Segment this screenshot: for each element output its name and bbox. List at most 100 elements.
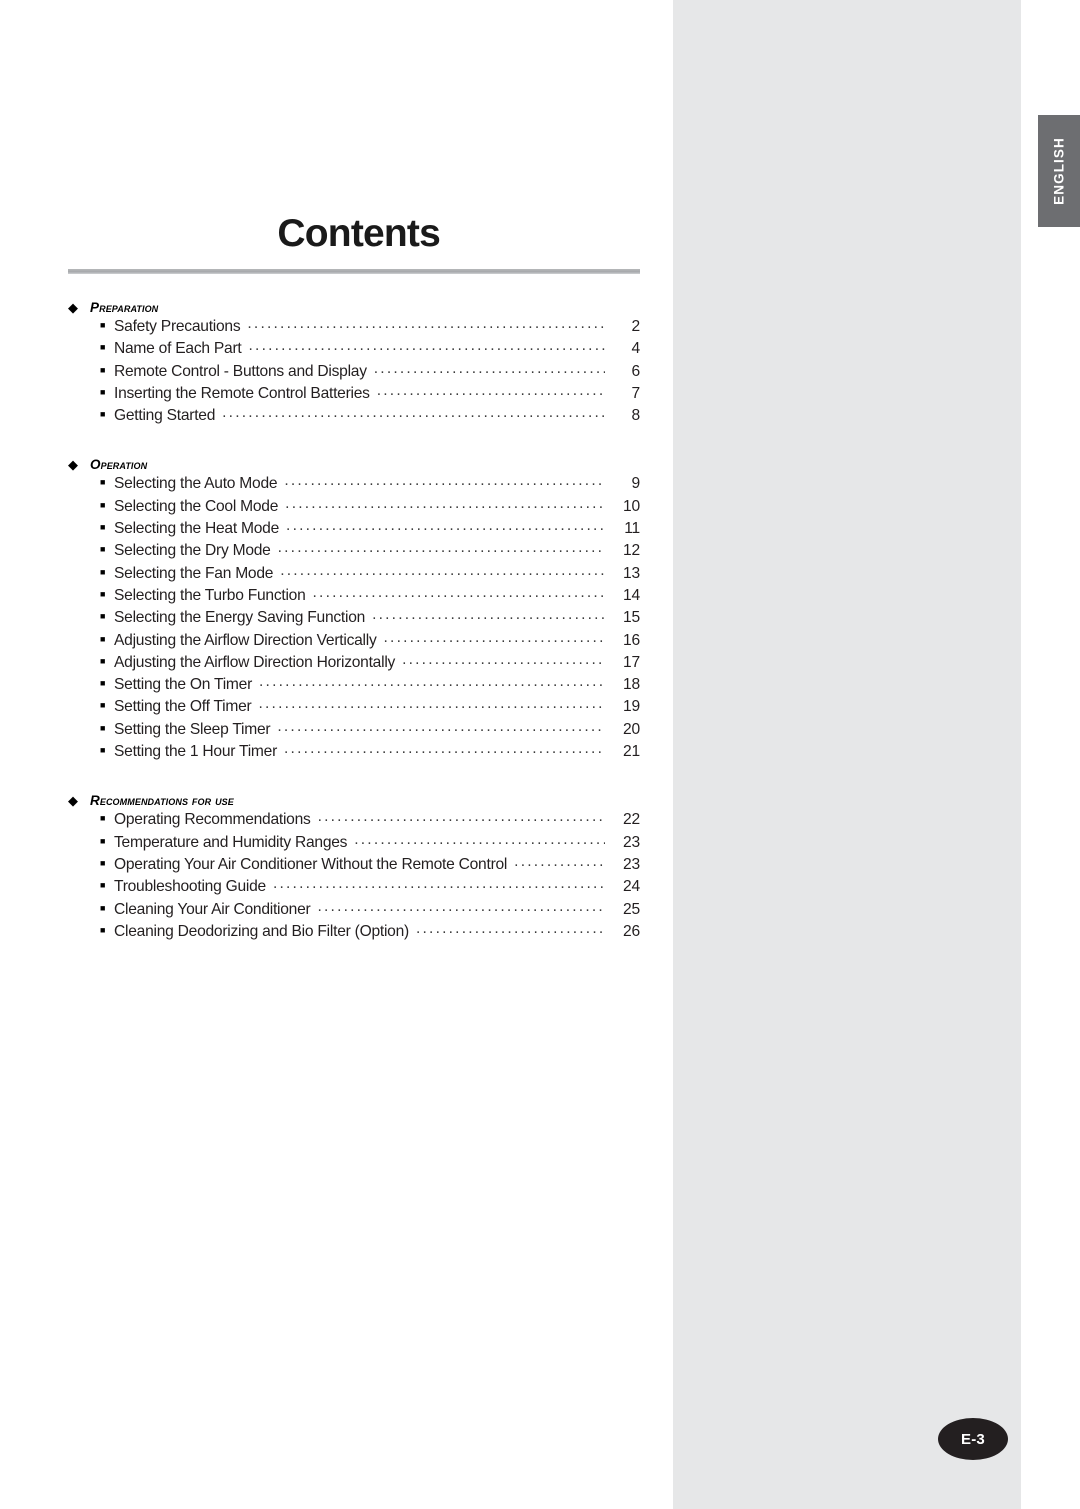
square-bullet-icon: ■ xyxy=(100,522,106,533)
diamond-bullet-icon: ◆ xyxy=(68,457,78,473)
toc-entry[interactable]: ■ Setting the 1 Hour Timer...............… xyxy=(68,740,640,765)
square-bullet-icon: ■ xyxy=(100,813,106,824)
diamond-bullet-icon: ◆ xyxy=(68,793,78,809)
square-bullet-icon: ■ xyxy=(100,857,106,868)
toc-entry-label: Name of Each Part xyxy=(114,340,242,358)
toc-entry-page-number: 13 xyxy=(623,564,640,582)
toc-entry-page-number: 17 xyxy=(623,653,640,671)
dot-leader: ........................................… xyxy=(277,539,605,557)
dot-leader: ........................................… xyxy=(286,517,605,535)
square-bullet-icon: ■ xyxy=(100,342,106,353)
dot-leader: ........................................… xyxy=(248,337,606,355)
toc-entry-label: Safety Precautions xyxy=(114,318,241,335)
dot-leader: ........................................… xyxy=(317,897,605,915)
toc-entry-label: Cleaning Deodorizing and Bio Filter (Opt… xyxy=(114,922,409,940)
dot-leader: ........................................… xyxy=(247,315,605,332)
dot-leader: ........................................… xyxy=(284,740,605,758)
square-bullet-icon: ■ xyxy=(100,902,106,913)
square-bullet-icon: ■ xyxy=(100,566,106,577)
dot-leader: ........................................… xyxy=(272,875,605,893)
toc-entry-page-number: 11 xyxy=(624,520,640,538)
toc-entry[interactable]: ■ Cleaning Deodorizing and Bio Filter (Op… xyxy=(68,919,640,945)
dot-leader: ........................................… xyxy=(514,852,605,870)
toc-section-heading: ◆ Recommendations for use xyxy=(68,793,640,808)
square-bullet-icon: ■ xyxy=(100,409,106,420)
square-bullet-icon: ■ xyxy=(100,880,106,891)
dot-leader: ........................................… xyxy=(280,561,605,579)
table-of-contents: Contents ◆ Preparation ■ Safety Precautions… xyxy=(68,214,640,945)
square-bullet-icon: ■ xyxy=(100,364,106,375)
page-title: Contents xyxy=(277,212,440,255)
square-bullet-icon: ■ xyxy=(100,745,106,756)
toc-section-title: Operation xyxy=(90,457,148,473)
square-bullet-icon: ■ xyxy=(100,655,106,666)
toc-entry-label: Setting the 1 Hour Timer xyxy=(114,743,278,761)
right-gray-panel xyxy=(673,0,1021,1509)
toc-sections: ◆ Preparation ■ Safety Precautions.........… xyxy=(68,300,640,945)
toc-entry-page-number: 15 xyxy=(623,609,640,627)
toc-entry-page-number: 14 xyxy=(623,586,640,604)
toc-section-heading: ◆ Preparation xyxy=(68,300,640,315)
toc-entry[interactable]: ■ Getting Started........................… xyxy=(68,404,641,429)
toc-entry-label: Selecting the Heat Mode xyxy=(114,520,280,538)
toc-entry-label: Troubleshooting Guide xyxy=(114,878,266,896)
toc-entry-label: Operating Your Air Conditioner Without t… xyxy=(114,855,508,873)
toc-section: ◆ Operation ■ Selecting the Auto Mode......… xyxy=(68,457,640,765)
toc-section-heading: ◆ Operation xyxy=(68,457,640,472)
toc-entry-page-number: 22 xyxy=(623,811,640,829)
square-bullet-icon: ■ xyxy=(100,386,106,397)
square-bullet-icon: ■ xyxy=(100,544,106,555)
page-number-label: E-3 xyxy=(961,1430,985,1448)
dot-leader: ........................................… xyxy=(284,472,605,490)
page-number-badge: E-3 xyxy=(938,1418,1008,1460)
toc-entry-page-number: 9 xyxy=(631,475,641,493)
square-bullet-icon: ■ xyxy=(100,722,106,733)
toc-entry-page-number: 18 xyxy=(623,676,640,694)
square-bullet-icon: ■ xyxy=(100,477,106,488)
toc-entry-page-number: 12 xyxy=(623,542,640,560)
toc-entry-label: Setting the Off Timer xyxy=(114,698,252,716)
square-bullet-icon: ■ xyxy=(100,924,106,935)
dot-leader: ........................................… xyxy=(222,404,605,422)
toc-entry-page-number: 4 xyxy=(631,340,641,358)
dot-leader: ........................................… xyxy=(317,808,605,826)
toc-entry-page-number: 25 xyxy=(623,900,640,918)
toc-entry-page-number: 2 xyxy=(631,318,641,335)
dot-leader: ........................................… xyxy=(383,628,605,646)
dot-leader: ........................................… xyxy=(402,650,605,668)
dot-leader: ........................................… xyxy=(258,695,605,713)
toc-entry-label: Inserting the Remote Control Batteries xyxy=(114,384,370,402)
toc-section: ◆ Preparation ■ Safety Precautions.........… xyxy=(68,300,640,429)
dot-leader: ........................................… xyxy=(372,606,605,624)
diamond-bullet-icon: ◆ xyxy=(68,300,78,315)
toc-entry-page-number: 6 xyxy=(631,362,641,380)
toc-entry-label: Selecting the Energy Saving Function xyxy=(114,609,366,627)
toc-section: ◆ Recommendations for use ■ Operating Recom… xyxy=(68,793,640,945)
toc-section-title: Recommendations for use xyxy=(90,793,234,809)
toc-entry-page-number: 8 xyxy=(631,407,641,425)
dot-leader: ........................................… xyxy=(312,583,605,601)
language-tab-english: ENGLISH xyxy=(1038,115,1080,227)
toc-entry-page-number: 21 xyxy=(623,743,640,761)
square-bullet-icon: ■ xyxy=(100,320,106,330)
toc-entry-label: Adjusting the Airflow Direction Horizont… xyxy=(114,653,396,671)
toc-entry-label: Remote Control - Buttons and Display xyxy=(114,362,367,380)
toc-entry-page-number: 7 xyxy=(631,384,641,402)
language-tab-label: ENGLISH xyxy=(1051,137,1067,205)
toc-section-title: Preparation xyxy=(90,300,159,315)
toc-entry-label: Cleaning Your Air Conditioner xyxy=(114,900,311,918)
toc-entry-page-number: 10 xyxy=(623,497,640,515)
dot-leader: ........................................… xyxy=(373,359,605,377)
toc-entry-label: Setting the Sleep Timer xyxy=(114,720,271,738)
toc-entry-label: Selecting the Turbo Function xyxy=(114,586,306,604)
square-bullet-icon: ■ xyxy=(100,700,106,711)
toc-entry-page-number: 19 xyxy=(623,698,640,716)
toc-entry-label: Selecting the Auto Mode xyxy=(114,475,278,493)
square-bullet-icon: ■ xyxy=(100,835,106,846)
toc-entry-page-number: 26 xyxy=(623,922,640,940)
toc-entry-page-number: 16 xyxy=(623,631,640,649)
toc-entry-page-number: 20 xyxy=(623,720,640,738)
square-bullet-icon: ■ xyxy=(100,611,106,622)
dot-leader: ........................................… xyxy=(415,919,605,937)
title-divider xyxy=(68,269,640,274)
